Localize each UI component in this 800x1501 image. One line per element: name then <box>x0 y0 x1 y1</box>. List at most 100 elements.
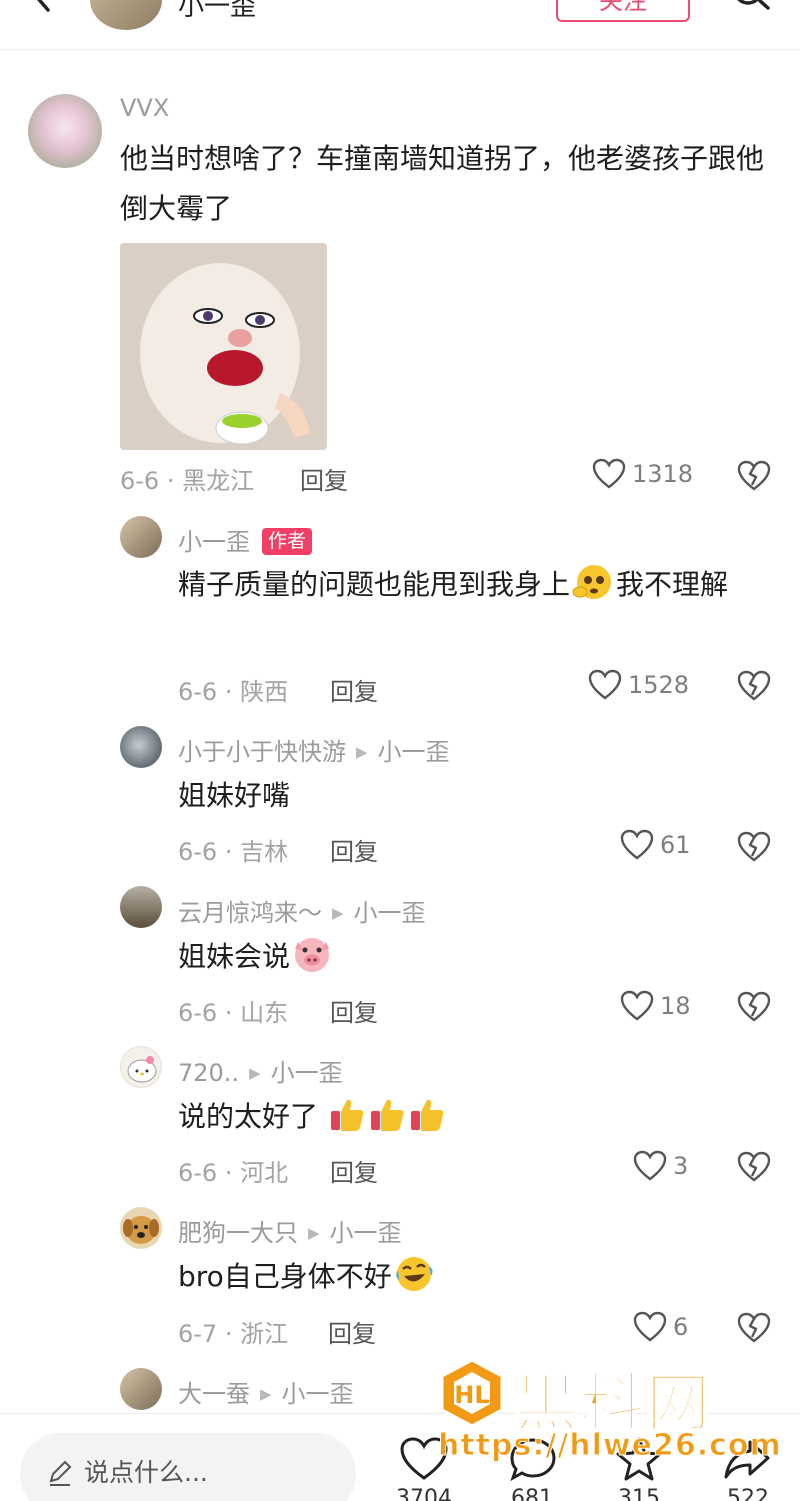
username-text: 小于小于快快游 <box>178 738 346 766</box>
comment-username[interactable]: 大一蚕 ▶ 小一歪 <box>178 1374 354 1409</box>
avatar[interactable] <box>120 1368 162 1410</box>
comment-meta: 6-6 · 吉林 <box>178 838 289 866</box>
like-button[interactable]: 61 <box>620 829 691 861</box>
heart-icon <box>592 458 626 489</box>
comment-username[interactable]: VVX <box>120 94 169 122</box>
heart-icon <box>620 990 654 1021</box>
broken-heart-icon[interactable] <box>737 460 771 492</box>
comment-username[interactable]: 小于小于快快游 ▶ 小一歪 <box>178 732 450 767</box>
reply-arrow-icon: ▶ <box>260 1385 272 1403</box>
comment-username[interactable]: 小一歪 作者 <box>178 522 313 557</box>
reply-to-name: 小一歪 <box>353 899 426 927</box>
author-avatar[interactable] <box>90 0 162 30</box>
comment-text: 精子质量的问题也能甩到我身上 我不理解 <box>178 560 768 610</box>
like-count: 1318 <box>632 460 694 488</box>
like-button[interactable]: 3 <box>633 1150 688 1182</box>
laughing-crying-emoji <box>396 1257 433 1291</box>
pleading-face-emoji <box>572 565 612 599</box>
like-count: 61 <box>660 831 691 859</box>
comment-text: 姐妹好嘴 <box>178 779 291 812</box>
username-text: 云月惊鸿来～ <box>178 899 322 927</box>
username-text: 小一歪 <box>178 528 250 556</box>
avatar[interactable] <box>120 726 162 768</box>
heart-icon <box>588 669 622 700</box>
dog-avatar-image <box>123 1216 159 1244</box>
reply-to-name: 小一歪 <box>281 1380 354 1408</box>
reply-arrow-icon: ▶ <box>249 1064 261 1082</box>
watermark-url: https://hlwe26.com <box>438 1428 782 1464</box>
broken-heart-icon[interactable] <box>737 1151 771 1183</box>
top-bar: 小一歪 关注 <box>0 0 800 50</box>
watermark-logo-icon: HL <box>440 1358 504 1428</box>
like-count: 18 <box>660 992 691 1020</box>
comment-total-count: 681 <box>511 1486 553 1501</box>
avatar[interactable] <box>120 1046 162 1088</box>
reply-arrow-icon: ▶ <box>308 1224 320 1242</box>
reply-button[interactable]: 回复 <box>330 993 378 1028</box>
star-total-count: 315 <box>618 1486 660 1501</box>
comment-username[interactable]: 720.. ▶ 小一歪 <box>178 1053 343 1088</box>
avatar[interactable] <box>120 1207 162 1249</box>
comment-text: 姐妹会说 <box>178 932 768 982</box>
watermark: HL 黑料网 https://hlwe26.com <box>438 1358 783 1473</box>
avatar[interactable] <box>120 516 162 558</box>
author-name[interactable]: 小一歪 <box>178 0 256 23</box>
comment-input[interactable]: 说点什么... <box>20 1433 356 1501</box>
reply-button[interactable]: 回复 <box>328 1314 376 1349</box>
broken-heart-icon[interactable] <box>737 991 771 1023</box>
comment-meta: 6-6 · 山东 <box>178 999 289 1027</box>
comment-text: bro自己身体不好 <box>178 1252 768 1302</box>
share-total-count: 522 <box>727 1486 769 1501</box>
comment-text-part: 说的太好了 <box>178 1100 319 1133</box>
reply-arrow-icon: ▶ <box>356 743 368 761</box>
comment-image[interactable] <box>120 243 327 450</box>
sticker-image <box>120 243 327 450</box>
reply-to-name: 小一歪 <box>270 1059 343 1087</box>
comment-username[interactable]: 云月惊鸿来～ ▶ 小一歪 <box>178 893 426 928</box>
reply-button[interactable]: 回复 <box>330 1153 378 1188</box>
pencil-icon <box>49 1460 72 1486</box>
comment-meta: 6-6 · 河北 <box>178 1159 289 1187</box>
hello-kitty-avatar-image <box>127 1056 157 1083</box>
like-count: 6 <box>673 1313 689 1341</box>
reply-button[interactable]: 回复 <box>330 832 378 867</box>
comment-text-part: 我不理解 <box>616 568 729 601</box>
svg-text:HL: HL <box>454 1381 489 1409</box>
broken-heart-icon[interactable] <box>737 831 771 863</box>
comment-input-placeholder: 说点什么... <box>84 1458 208 1487</box>
heart-icon <box>620 829 654 860</box>
thumbs-up-emoji <box>370 1099 404 1131</box>
heart-icon <box>633 1150 667 1181</box>
like-button[interactable]: 18 <box>620 990 691 1022</box>
like-total-count: 3704 <box>396 1486 452 1501</box>
reply-button[interactable]: 回复 <box>300 461 348 496</box>
username-text: 720.. <box>178 1059 240 1087</box>
follow-button[interactable]: 关注 <box>556 0 690 22</box>
like-button[interactable]: 1318 <box>592 458 693 490</box>
like-count: 1528 <box>628 671 690 699</box>
reply-button[interactable]: 回复 <box>330 672 378 707</box>
search-icon[interactable] <box>728 0 774 20</box>
thumbs-up-emoji <box>330 1099 364 1131</box>
username-text: 大一蚕 <box>178 1380 250 1408</box>
comment-text-part: 姐妹会说 <box>178 940 291 973</box>
avatar[interactable] <box>120 886 162 928</box>
comment-meta: 6-6 · 陕西 <box>178 678 289 706</box>
like-button[interactable]: 1528 <box>588 669 689 701</box>
broken-heart-icon[interactable] <box>737 670 771 702</box>
thumbs-up-emoji <box>410 1099 444 1131</box>
username-text: 肥狗一大只 <box>178 1219 298 1247</box>
comment-text-part: 精子质量的问题也能甩到我身上 <box>178 568 571 601</box>
broken-heart-icon[interactable] <box>737 1312 771 1344</box>
comment-meta: 6-6 · 黑龙江 <box>120 467 255 495</box>
comment-text: 他当时想啥了？车撞南墙知道拐了，他老婆孩子跟他倒大霉了 <box>120 142 765 225</box>
comment-username[interactable]: 肥狗一大只 ▶ 小一歪 <box>178 1213 402 1248</box>
like-count: 3 <box>673 1152 689 1180</box>
comment-text-part: bro自己身体不好 <box>178 1260 392 1293</box>
reply-to-name: 小一歪 <box>329 1219 402 1247</box>
comment-text: 说的太好了 <box>178 1092 768 1142</box>
like-button[interactable]: 6 <box>633 1311 688 1343</box>
reply-arrow-icon: ▶ <box>332 904 344 922</box>
avatar[interactable] <box>28 94 102 168</box>
back-arrow-icon[interactable] <box>22 0 62 18</box>
